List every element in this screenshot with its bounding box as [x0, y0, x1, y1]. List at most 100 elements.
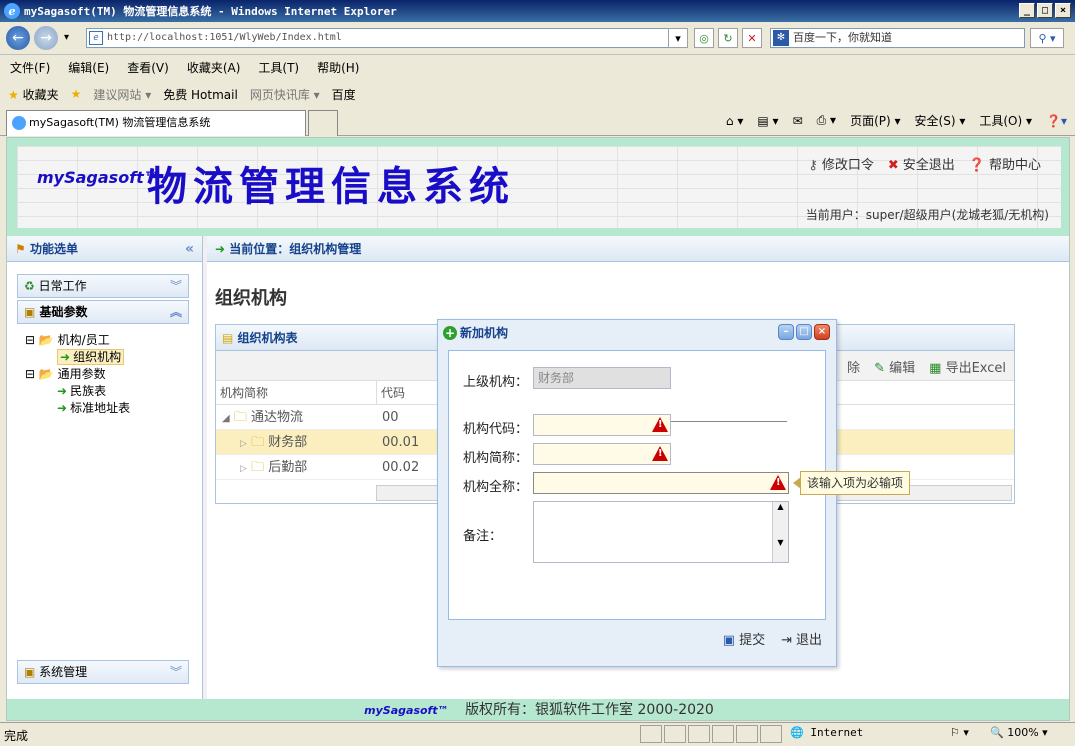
exit-icon: ⇥ — [781, 633, 792, 648]
menu-help[interactable]: 帮助(H) — [317, 59, 359, 76]
save-icon: ▣ — [722, 633, 736, 648]
parent-org-label: 上级机构： — [463, 375, 529, 390]
address-input[interactable]: e http://localhost:1051/WlyWeb/Index.htm… — [86, 28, 686, 48]
logout-link[interactable]: ✖ 安全退出 — [888, 154, 955, 173]
folder-open-icon: 📂 — [38, 333, 54, 347]
dialog-minimize-button[interactable]: – — [778, 324, 794, 340]
dialog-maximize-button[interactable]: □ — [796, 324, 812, 340]
section-system-admin[interactable]: ▣ 系统管理 ︾ — [17, 660, 189, 684]
back-button[interactable]: ← — [6, 26, 30, 50]
green-arrow-icon: ➜ — [60, 350, 71, 364]
ie-menubar: 文件(F) 编辑(E) 查看(V) 收藏夹(A) 工具(T) 帮助(H) — [0, 56, 1075, 78]
cmd-page[interactable]: 页面(P) ▾ — [850, 112, 900, 129]
fav-baidu[interactable]: 百度 — [332, 86, 356, 103]
page-title: 组织机构 — [215, 288, 287, 309]
zoom-level[interactable]: 🔍 100% ▾ — [990, 726, 1048, 739]
admin-icon: ▣ — [24, 665, 36, 679]
page-icon: e — [89, 31, 103, 45]
security-zone[interactable]: 🌐 Internet — [790, 726, 863, 739]
folder-icon: 🗀 — [251, 460, 265, 475]
org-code-input[interactable] — [533, 414, 671, 436]
folder-icon: 🗀 — [233, 410, 247, 425]
tree-node-org[interactable]: ➜ 组织机构 — [25, 349, 130, 366]
remark-textarea[interactable]: ▲ ▼ — [533, 501, 789, 563]
search-input[interactable]: ✻ 百度一下，你就知道 — [770, 28, 1025, 48]
nav-tree: ⊟ 📂 机构/员工 ➜ 组织机构 ⊟ 📂 通用参数 ➜ 民族表 ➜ 标准地址表 — [25, 332, 130, 417]
section-basic-params[interactable]: ▣ 基础参数 ︽ — [17, 300, 189, 324]
tab-ie-icon — [12, 116, 26, 130]
favorites-button[interactable]: ★ 收藏夹 — [8, 86, 59, 103]
feeds-icon[interactable]: ▤ ▾ — [757, 114, 778, 128]
protected-mode-icon[interactable]: ⚐ ▾ — [950, 726, 969, 739]
recycle-icon: ♻ — [24, 279, 35, 293]
menu-tools[interactable]: 工具(T) — [258, 59, 299, 76]
address-toolbar: ← → ▾ e http://localhost:1051/WlyWeb/Ind… — [0, 22, 1075, 55]
refresh-icon[interactable]: ↻ — [718, 28, 738, 48]
maximize-button[interactable]: □ — [1037, 3, 1053, 18]
collapse-icon: ︽ — [169, 305, 182, 319]
textarea-scrollbar[interactable]: ▲ ▼ — [772, 502, 788, 562]
window-controls: _ □ × — [1019, 3, 1071, 18]
dialog-close-button[interactable]: × — [814, 324, 830, 340]
exit-button[interactable]: ⇥ 退出 — [781, 629, 822, 648]
change-password-link[interactable]: ⚷ 修改口令 — [808, 154, 874, 173]
org-full-name-input[interactable] — [533, 472, 789, 494]
fav-hotmail[interactable]: 免费 Hotmail — [163, 86, 238, 103]
tab-current[interactable]: mySagasoft(TM) 物流管理信息系统 — [6, 110, 306, 136]
collapse-sidebar-icon[interactable]: « — [185, 236, 194, 262]
table-icon: ▤ — [222, 331, 234, 345]
search-button[interactable]: ⚲ ▾ — [1030, 28, 1064, 48]
globe-icon: 🌐 — [790, 726, 804, 739]
history-dropdown-icon[interactable]: ▾ — [64, 32, 69, 43]
help-icon[interactable]: ❓▾ — [1046, 114, 1067, 128]
edit-button[interactable]: ✎ 编辑 — [874, 357, 915, 376]
tab-bar: mySagasoft(TM) 物流管理信息系统 ⌂ ▾ ▤ ▾ ✉ ⎙ ▾ 页面… — [0, 108, 1075, 136]
menu-flag-icon: ⚑ — [15, 242, 26, 256]
dialog-title: 新加机构 — [460, 326, 509, 340]
fav-suggested-sites[interactable]: 建议网站 ▾ — [93, 86, 151, 103]
app-logo: mySagasoft™ — [37, 168, 160, 187]
app-footer: mySagasoft™ 版权所有：银狐软件工作室 2000-2020 — [7, 699, 1069, 720]
delete-button[interactable]: 除 — [847, 357, 860, 376]
address-dropdown-icon[interactable]: ▾ — [668, 28, 688, 48]
cross-icon: ✖ — [887, 158, 899, 173]
col-short-name[interactable]: 机构简称 — [216, 381, 376, 404]
help-center-link[interactable]: ❓ 帮助中心 — [969, 154, 1041, 173]
compat-view-icon[interactable]: ◎ — [694, 28, 714, 48]
excel-icon: ▦ — [929, 361, 942, 376]
menu-file[interactable]: 文件(F) — [10, 59, 50, 76]
pencil-icon: ✎ — [874, 361, 885, 376]
print-icon[interactable]: ⎙ ▾ — [817, 113, 836, 128]
home-icon[interactable]: ⌂ ▾ — [726, 114, 743, 128]
mail-icon[interactable]: ✉ — [793, 114, 803, 128]
fav-web-slice[interactable]: 网页快讯库 ▾ — [250, 86, 320, 103]
magnifier-icon: 🔍 — [990, 726, 1004, 739]
close-window-button[interactable]: × — [1055, 3, 1071, 18]
menu-favorites[interactable]: 收藏夹(A) — [187, 59, 241, 76]
org-short-name-input[interactable] — [533, 443, 671, 465]
org-short-name-label: 机构简称： — [463, 451, 529, 466]
add-icon: + — [443, 326, 457, 340]
folder-icon: 🗀 — [251, 435, 265, 450]
forward-button[interactable]: → — [34, 26, 58, 50]
window-titlebar: e mySagasoft(TM) 物流管理信息系统 - Windows Inte… — [0, 0, 1075, 22]
tree-node-org-staff[interactable]: ⊟ 📂 机构/员工 — [25, 332, 130, 349]
col-code[interactable]: 代码 — [376, 381, 436, 404]
submit-button[interactable]: ▣ 提交 — [723, 629, 765, 648]
cmd-safety[interactable]: 安全(S) ▾ — [915, 112, 966, 129]
menu-view[interactable]: 查看(V) — [127, 59, 169, 76]
tree-node-ethnic[interactable]: ➜ 民族表 — [25, 383, 130, 400]
minimize-button[interactable]: _ — [1019, 3, 1035, 18]
cmd-tools[interactable]: 工具(O) ▾ — [979, 112, 1032, 129]
export-excel-button[interactable]: ▦ 导出Excel — [929, 357, 1006, 376]
warning-icon — [770, 475, 786, 490]
stop-icon[interactable]: ✕ — [742, 28, 762, 48]
tree-node-address[interactable]: ➜ 标准地址表 — [25, 400, 130, 417]
sidebar: ⚑ 功能选单 « ♻ 日常工作 ︾ ▣ 基础参数 ︽ ⊟ 📂 机构/员工 ➜ 组织… — [7, 236, 203, 699]
menu-edit[interactable]: 编辑(E) — [68, 59, 109, 76]
add-favorite-icon[interactable]: ★ — [71, 87, 82, 101]
section-daily-work[interactable]: ♻ 日常工作 ︾ — [17, 274, 189, 298]
tree-node-general-params[interactable]: ⊟ 📂 通用参数 — [25, 366, 130, 383]
tree-minus-icon: ⊟ — [25, 333, 36, 347]
new-tab-button[interactable] — [308, 110, 338, 136]
